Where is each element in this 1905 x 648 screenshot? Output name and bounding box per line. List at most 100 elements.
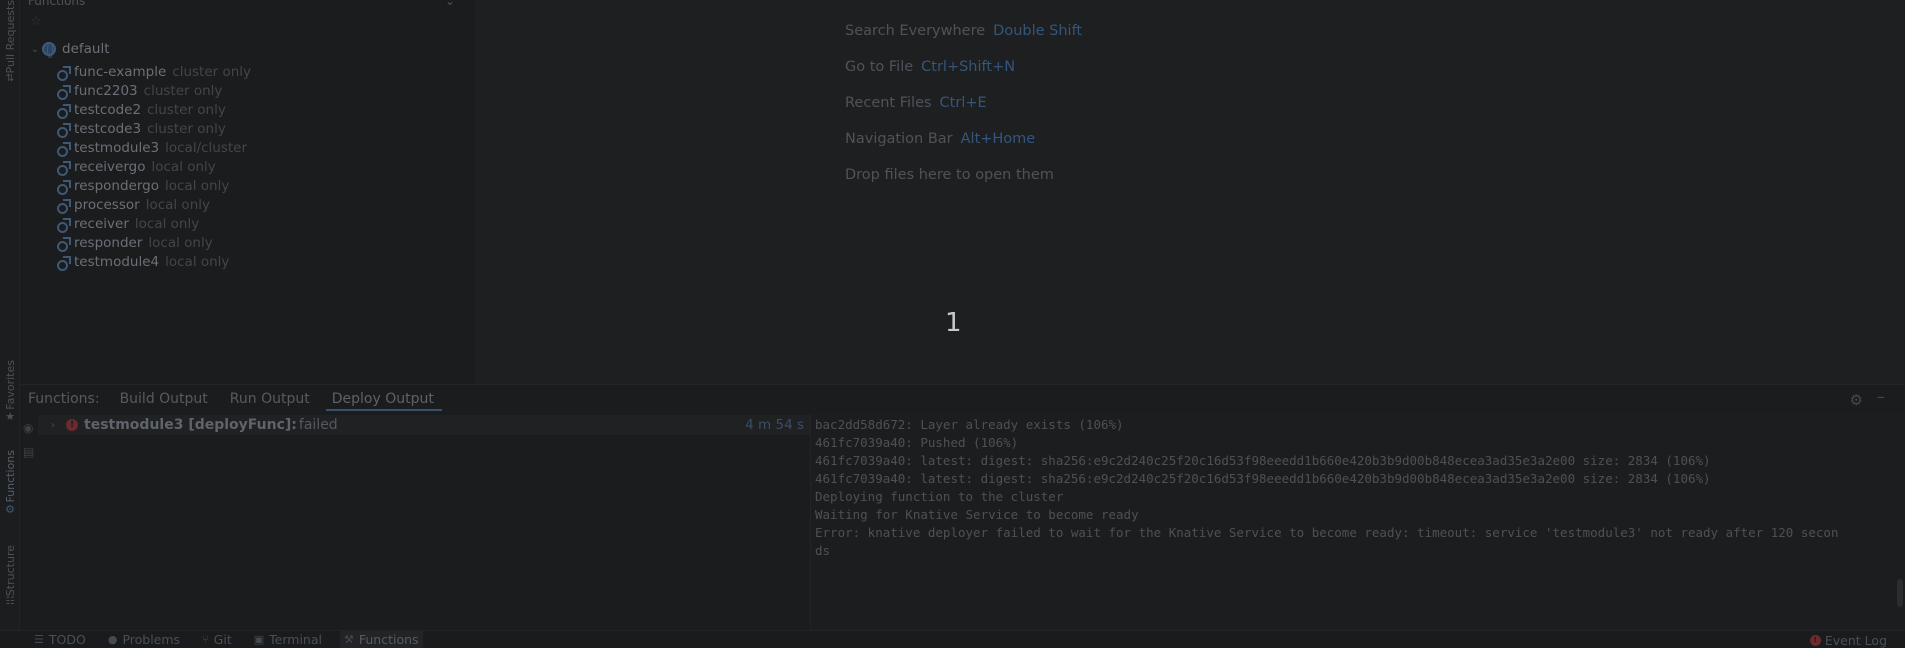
function-icon xyxy=(56,217,71,233)
deploy-side-toolbar: ◉ ▤ xyxy=(20,413,38,613)
function-icon xyxy=(56,236,71,252)
event-log-button[interactable]: ! Event Log xyxy=(1809,631,1887,648)
structure-icon: ☷ xyxy=(5,596,15,608)
eye-icon[interactable]: ◉ xyxy=(23,421,33,435)
pull-request-icon: ⇅ xyxy=(5,73,15,85)
minimize-icon[interactable]: – xyxy=(1877,387,1885,406)
toolbar-button-label: Functions xyxy=(358,632,419,647)
deploy-entry-row[interactable]: › ! testmodule3 [deployFunc]: failed 4 m… xyxy=(38,415,810,435)
console-line: ds xyxy=(815,543,831,558)
hint-navigation-bar: Navigation Bar Alt+Home xyxy=(845,131,1035,147)
function-scope-tag: local/cluster xyxy=(165,140,248,156)
function-scope-tag: cluster only xyxy=(143,83,223,99)
hammer-icon: ⚒ xyxy=(343,633,354,646)
function-scope-tag: local only xyxy=(165,178,230,194)
tree-root-default[interactable]: ⌄ default xyxy=(28,38,110,60)
tab-build-output[interactable]: Build Output xyxy=(120,385,208,413)
chevron-down-icon[interactable]: ⌄ xyxy=(28,44,42,55)
console-line: bac2dd58d672: Layer already exists (106%… xyxy=(815,417,1124,432)
list-icon: ☰ xyxy=(34,633,44,646)
star-icon: ★ xyxy=(5,409,15,423)
toolbar-button-functions[interactable]: ⚒ Functions xyxy=(339,630,423,648)
bottom-tool-bar: ☰ TODO ● Problems ⑂ Git ▣ Terminal ⚒ Functions ! … xyxy=(0,630,1905,648)
functions-tool-window: Functions: Build Output Run Output Deplo… xyxy=(20,384,1905,631)
function-list-item[interactable]: testmodule4 local only xyxy=(56,251,229,273)
function-name: responder xyxy=(74,235,143,251)
hint-go-to-file: Go to File Ctrl+Shift+N xyxy=(845,59,1015,75)
toolbar-button-terminal[interactable]: ▣ Terminal xyxy=(250,631,326,648)
toolbar-button-todo[interactable]: ☰ TODO xyxy=(30,631,90,648)
functions-tab-label: Functions xyxy=(3,450,17,503)
toolbar-button-label: Git xyxy=(213,632,232,647)
hint-recent-files: Recent Files Ctrl+E xyxy=(845,95,987,111)
console-line: 461fc7039a40: Pushed (106%) xyxy=(815,435,1019,450)
deploy-console-output[interactable]: bac2dd58d672: Layer already exists (106%… xyxy=(810,413,1905,631)
terminal-icon: ▣ xyxy=(253,633,265,646)
left-tool-strip: Pull Requests ⇅ Favorites ★ Functions ⚙ … xyxy=(0,0,20,630)
globe-icon xyxy=(42,42,56,58)
favorites-tab[interactable]: Favorites ★ xyxy=(1,360,19,423)
function-icon xyxy=(56,179,71,195)
console-scrollbar[interactable] xyxy=(1897,579,1903,607)
deploy-entry-status: failed xyxy=(298,417,338,433)
hint-label: Search Everywhere xyxy=(845,23,986,39)
functions-tab-bar: Functions: Build Output Run Output Deplo… xyxy=(20,385,1905,413)
error-badge-icon: ! xyxy=(1809,634,1821,646)
tree-header-title: Functions xyxy=(28,0,86,8)
function-icon xyxy=(56,160,71,176)
hint-label: Recent Files xyxy=(845,95,932,111)
function-scope-tag: local only xyxy=(148,235,213,251)
pull-requests-label: Pull Requests xyxy=(3,0,17,74)
event-log-label: Event Log xyxy=(1824,632,1887,648)
functions-tree-panel: Functions ⌄ ☆ ⌄ default func-example clus… xyxy=(20,0,475,384)
function-scope-tag: local only xyxy=(165,254,230,270)
error-icon: ! xyxy=(66,419,78,431)
tab-run-output[interactable]: Run Output xyxy=(230,385,310,413)
function-icon xyxy=(56,84,71,100)
tab-deploy-output[interactable]: Deploy Output xyxy=(325,385,442,413)
gear-icon[interactable]: ⚙ xyxy=(1850,391,1863,409)
toolbar-button-label: Terminal xyxy=(269,632,322,647)
structure-label: Structure xyxy=(3,545,17,597)
hint-search-everywhere: Search Everywhere Double Shift xyxy=(845,23,1082,39)
toolbar-button-label: TODO xyxy=(48,632,86,647)
structure-tab[interactable]: Structure ☷ xyxy=(1,545,19,607)
function-scope-tag: cluster only xyxy=(172,64,252,80)
tool-window-buttons: ☰ TODO ● Problems ⑂ Git ▣ Terminal ⚒ Functions xyxy=(16,630,423,648)
console-line: Deploying function to the cluster xyxy=(815,489,1064,504)
tree-header-menu-icon[interactable]: ⌄ xyxy=(445,0,455,8)
function-icon: ⚙ xyxy=(5,502,15,516)
toolbar-button-git[interactable]: ⑂ Git xyxy=(198,631,236,648)
chevron-right-icon[interactable]: › xyxy=(46,420,60,431)
functions-panel-title: Functions: xyxy=(28,391,100,407)
console-line: Waiting for Knative Service to become re… xyxy=(815,507,1139,522)
hint-shortcut: Ctrl+E xyxy=(939,95,987,111)
function-scope-tag: local only xyxy=(145,197,210,213)
console-line: 461fc7039a40: latest: digest: sha256:e9c… xyxy=(815,453,1711,468)
function-icon xyxy=(56,255,71,271)
function-icon xyxy=(56,141,71,157)
hint-drop-files: Drop files here to open them xyxy=(845,167,1054,183)
function-name: testcode2 xyxy=(74,102,142,118)
pull-requests-tab[interactable]: Pull Requests ⇅ xyxy=(1,0,19,84)
deploy-tree: › ! testmodule3 [deployFunc]: failed 4 m… xyxy=(38,413,810,631)
toolbar-button-problems[interactable]: ● Problems xyxy=(104,631,184,648)
hint-shortcut: Double Shift xyxy=(993,23,1083,39)
hint-label: Navigation Bar xyxy=(845,131,953,147)
tree-root-label: default xyxy=(62,41,110,57)
git-icon: ⑂ xyxy=(202,633,209,646)
function-scope-tag: local only xyxy=(151,159,216,175)
function-name: respondergo xyxy=(74,178,159,194)
hint-shortcut: Alt+Home xyxy=(960,131,1036,147)
filter-icon[interactable]: ▤ xyxy=(23,445,34,459)
function-name: testmodule3 xyxy=(74,140,160,156)
editor-empty-area: Search Everywhere Double Shift Go to File… xyxy=(475,0,1905,384)
function-name: processor xyxy=(74,197,140,213)
function-name: receivergo xyxy=(74,159,146,175)
function-icon xyxy=(56,122,71,138)
function-name: func-example xyxy=(74,64,167,80)
hint-label: Go to File xyxy=(845,59,914,75)
tree-star-icon[interactable]: ☆ xyxy=(30,14,42,29)
functions-tab[interactable]: Functions ⚙ xyxy=(1,450,19,516)
console-line: Error: knative deployer failed to wait f… xyxy=(815,525,1839,540)
